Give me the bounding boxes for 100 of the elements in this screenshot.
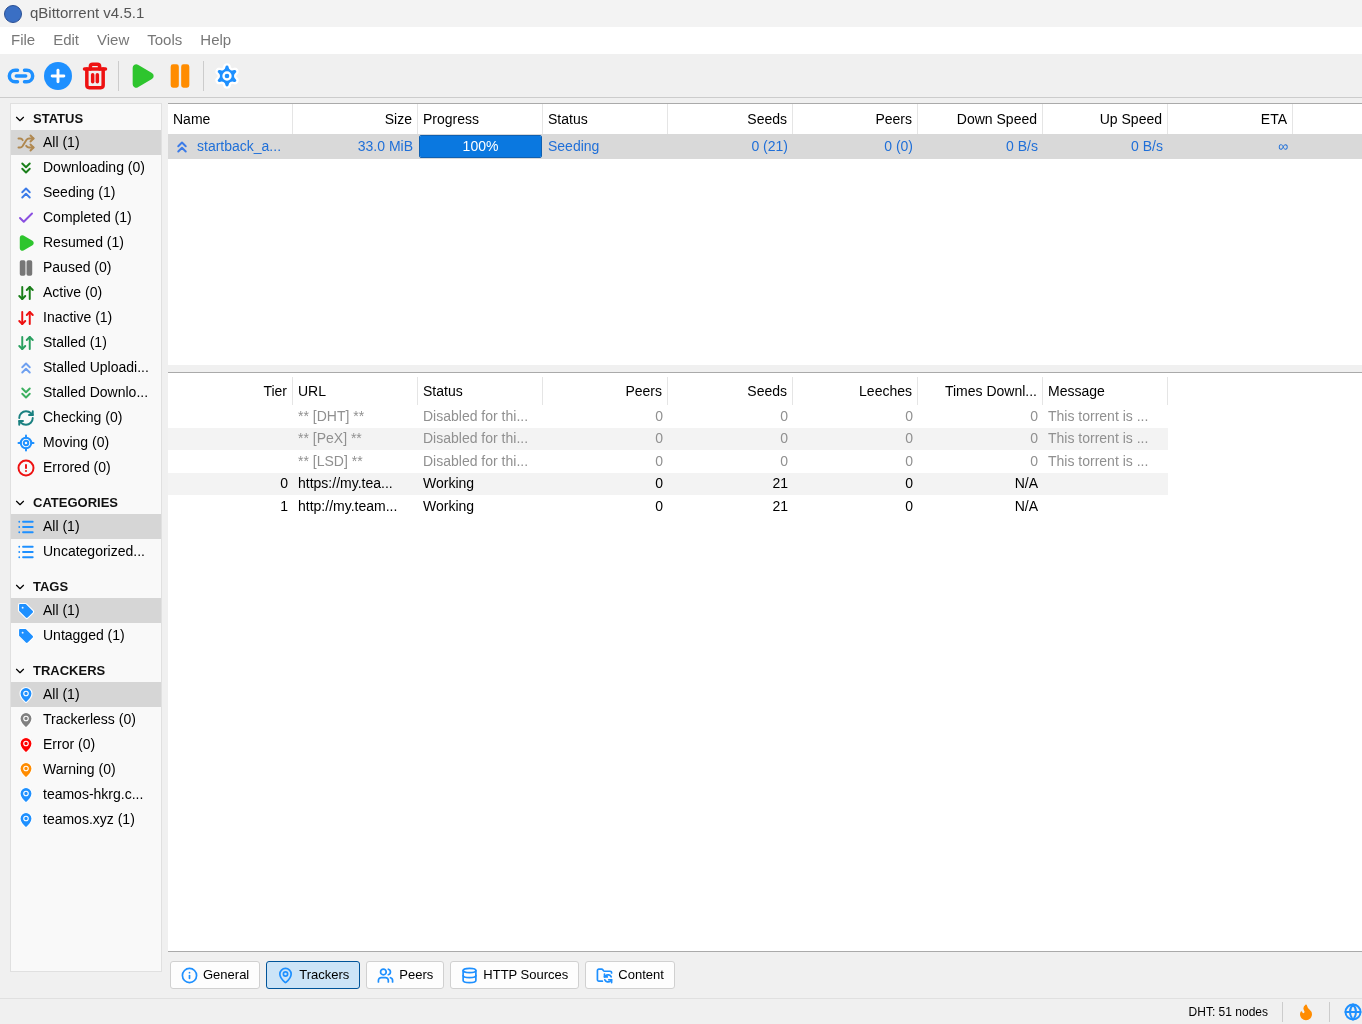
table-cell-text: ** [DHT] ** bbox=[298, 406, 365, 426]
table-cell-text: 1 bbox=[280, 496, 288, 516]
settings-icon bbox=[213, 61, 241, 90]
sidebar-item[interactable]: Warning (0) bbox=[11, 757, 161, 782]
detail-tab[interactable]: Peers bbox=[366, 961, 445, 989]
section-heading: CATEGORIES bbox=[33, 494, 118, 513]
table-cell-text: ** [LSD] ** bbox=[298, 451, 363, 471]
table-cell-text: 0 bbox=[1030, 451, 1038, 471]
column-header[interactable]: Message bbox=[1043, 377, 1168, 405]
column-header[interactable]: Peers bbox=[543, 377, 668, 405]
dht-status: DHT: 51 nodes bbox=[1188, 1003, 1268, 1021]
sidebar-item[interactable]: All (1) bbox=[11, 598, 161, 623]
detail-tab[interactable]: General bbox=[170, 961, 261, 989]
table-cell-text: This torrent is ... bbox=[1048, 429, 1149, 449]
sidebar-item[interactable]: Moving (0) bbox=[11, 430, 161, 455]
table-cell-text: 0 bbox=[655, 451, 663, 471]
sidebar-item[interactable]: All (1) bbox=[11, 130, 161, 155]
table-cell-text: Disabled for thi... bbox=[423, 429, 529, 449]
sidebar-item[interactable]: Checking (0) bbox=[11, 405, 161, 430]
table-cell-text: Disabled for thi... bbox=[423, 451, 529, 471]
table-cell-text: 0 B/s bbox=[1131, 137, 1163, 156]
menu-item[interactable]: Help bbox=[191, 29, 241, 52]
column-header[interactable]: URL bbox=[293, 377, 418, 405]
table-cell-text: 0 bbox=[655, 474, 663, 494]
trash-icon bbox=[81, 61, 109, 90]
window-title: qBittorrent v4.5.1 bbox=[30, 3, 145, 24]
detail-tab[interactable]: Trackers bbox=[266, 961, 361, 989]
delete-button[interactable] bbox=[80, 60, 110, 91]
arrows-up-down-icon bbox=[17, 308, 35, 327]
sidebar-item[interactable]: Downloading (0) bbox=[11, 155, 161, 180]
table-cell-text: 0 (21) bbox=[751, 137, 788, 156]
table-cell-text: http://my.team... bbox=[298, 496, 398, 516]
arrows-up-down-icon bbox=[17, 333, 35, 352]
table-cell-text: 0 bbox=[780, 451, 788, 471]
arrows-up-down-icon bbox=[17, 283, 35, 302]
shuffle-icon bbox=[17, 133, 35, 152]
table-cell-text: 0 bbox=[1030, 429, 1038, 449]
column-header[interactable]: Leeches bbox=[793, 377, 918, 405]
table-cell-text: N/A bbox=[1014, 474, 1038, 494]
sidebar-item[interactable]: Stalled Downlo... bbox=[11, 380, 161, 405]
detail-tab[interactable]: Content bbox=[585, 961, 675, 989]
table-cell-text: Working bbox=[423, 496, 475, 516]
sidebar-item[interactable]: Stalled (1) bbox=[11, 330, 161, 355]
table-cell-text: 0 B/s bbox=[1006, 137, 1038, 156]
sidebar-item[interactable]: Untagged (1) bbox=[11, 623, 161, 648]
sidebar-item[interactable]: Resumed (1) bbox=[11, 230, 161, 255]
flame-icon bbox=[1297, 1002, 1315, 1021]
table-cell-text: 0 bbox=[905, 474, 913, 494]
sidebar-item[interactable]: All (1) bbox=[11, 514, 161, 539]
sidebar-item[interactable]: Errored (0) bbox=[11, 455, 161, 480]
table-cell-text: 0 bbox=[1030, 406, 1038, 426]
column-header[interactable]: Times Downl... bbox=[918, 377, 1043, 405]
app-logo-icon bbox=[4, 4, 22, 23]
table-cell-text: 0 bbox=[655, 496, 663, 516]
menu-item[interactable]: Edit bbox=[44, 29, 89, 52]
menu-item[interactable]: View bbox=[88, 29, 139, 52]
table-cell-text: 0 bbox=[780, 429, 788, 449]
menu-item[interactable]: Tools bbox=[138, 29, 192, 52]
sidebar-item[interactable]: Error (0) bbox=[11, 732, 161, 757]
crosshair-icon bbox=[17, 433, 35, 452]
sidebar-item[interactable]: Completed (1) bbox=[11, 205, 161, 230]
sidebar-item[interactable]: All (1) bbox=[11, 682, 161, 707]
column-header[interactable]: Tier bbox=[168, 377, 293, 405]
sidebar-item[interactable]: Paused (0) bbox=[11, 255, 161, 280]
table-cell-text: 0 bbox=[655, 429, 663, 449]
play-icon bbox=[17, 233, 35, 252]
sidebar-item[interactable]: Active (0) bbox=[11, 280, 161, 305]
tag-icon bbox=[17, 601, 35, 620]
column-header[interactable]: Seeds bbox=[668, 377, 793, 405]
table-cell-text: 0 bbox=[780, 406, 788, 426]
add-torrent-button[interactable] bbox=[44, 61, 72, 90]
table-cell-text: This torrent is ... bbox=[1048, 451, 1149, 471]
menu-item[interactable]: File bbox=[2, 29, 45, 52]
map-pin-icon bbox=[277, 966, 295, 984]
table-cell-text: 0 bbox=[280, 474, 288, 494]
sidebar-item[interactable]: Trackerless (0) bbox=[11, 707, 161, 732]
sidebar-item[interactable]: Stalled Uploadi... bbox=[11, 355, 161, 380]
progress-bar: 100% bbox=[419, 135, 542, 158]
column-header[interactable]: Status bbox=[418, 377, 543, 405]
sidebar-item[interactable]: teamos-hkrg.c... bbox=[11, 782, 161, 807]
table-cell-text: This torrent is ... bbox=[1048, 406, 1149, 426]
torrent-row[interactable]: startback_a... 33.0 MiB 100% Seeding 0 (21) 0 (0) 0 B/s 0 B/s ∞ bbox=[168, 134, 1362, 159]
table-cell-text: 0 bbox=[905, 496, 913, 516]
table-cell-text: 0 (0) bbox=[884, 137, 913, 156]
sidebar-item[interactable]: Seeding (1) bbox=[11, 180, 161, 205]
section-heading: TRACKERS bbox=[33, 662, 106, 681]
table-cell-text: Working bbox=[423, 474, 475, 494]
table-cell-text: 0 bbox=[905, 451, 913, 471]
table-cell-text: 0 bbox=[655, 406, 663, 426]
detail-tab[interactable]: HTTP Sources bbox=[450, 961, 580, 989]
table-cell-text: 0 bbox=[905, 429, 913, 449]
table-cell-text: https://my.tea... bbox=[298, 474, 393, 494]
sidebar-item[interactable]: Inactive (1) bbox=[11, 305, 161, 330]
globe-icon bbox=[1344, 1002, 1362, 1021]
users-icon bbox=[377, 966, 395, 984]
table-cell-text: 21 bbox=[772, 474, 788, 494]
tag-icon bbox=[17, 626, 35, 645]
sidebar-item[interactable]: Uncategorized... bbox=[11, 539, 161, 564]
sidebar-item[interactable]: teamos.xyz (1) bbox=[11, 807, 161, 832]
settings-button[interactable] bbox=[212, 60, 242, 91]
